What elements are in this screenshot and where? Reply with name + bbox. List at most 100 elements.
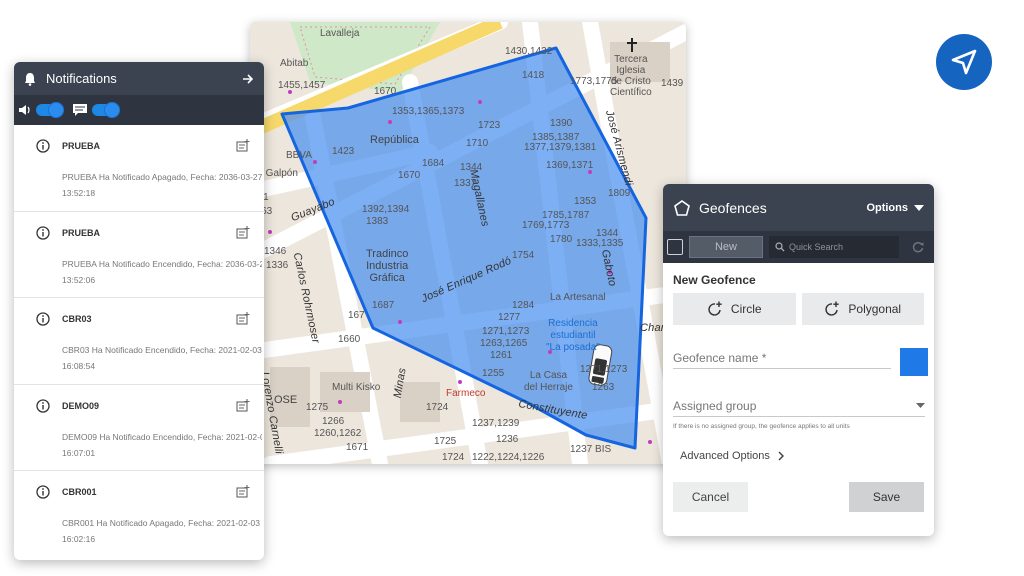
notifications-settings-bar [14, 95, 264, 125]
house-number: 1337 [454, 178, 477, 189]
mark-read-icon[interactable] [236, 312, 250, 325]
house-number: 1392,1394 [362, 204, 410, 215]
new-geofence-button[interactable]: New [689, 236, 763, 258]
info-icon [36, 398, 50, 413]
geofence-name-field[interactable]: Geofence name * [673, 347, 891, 369]
place-republica: República [370, 134, 419, 146]
assigned-group-select[interactable]: Assigned group [673, 395, 925, 417]
house-number: 1336 [266, 260, 289, 271]
geofence-color-picker[interactable] [900, 348, 928, 376]
house-number: 1780 [550, 234, 573, 245]
notification-unit-name: CBR001 [62, 487, 97, 497]
house-number: 1261 [490, 350, 513, 361]
house-number: 1671 [346, 442, 369, 453]
house-number: 1271,1273 [580, 364, 628, 375]
navigation-arrow-icon [951, 49, 977, 75]
house-number: 1353 [574, 196, 597, 207]
house-number: 1266 [322, 416, 345, 427]
mark-read-icon[interactable] [236, 225, 250, 239]
notification-item[interactable]: CBR03 CBR03 Ha Notificado Encendido, Fec… [14, 298, 264, 385]
notification-item[interactable]: PRUEBA PRUEBA Ha Notificado Encendido, F… [14, 212, 264, 298]
notification-text: DEMO09 Ha Notificado Encendido, Fecha: 2… [62, 431, 262, 442]
notification-text: PRUEBA Ha Notificado Encendido, Fecha: 2… [62, 258, 262, 269]
house-number: 1670 [398, 170, 421, 181]
circle-button[interactable]: Circle [673, 293, 796, 325]
chevron-right-icon [778, 451, 784, 461]
house-number: 1660 [338, 334, 361, 345]
notification-message: DEMO09 Ha Notificado Encendido, Fecha: 2… [62, 429, 262, 461]
place-multi-kisko: Multi Kisko [332, 382, 381, 393]
place-residencia: Residencia estudiantil "La posada" [546, 318, 600, 353]
assigned-group-placeholder: Assigned group [673, 398, 757, 413]
house-number: 1723 [478, 120, 501, 131]
arrow-right-icon[interactable] [242, 73, 254, 85]
notification-item[interactable]: CBR001 CBR001 Ha Notificado Apagado, Fec… [14, 471, 264, 558]
dropdown-caret-icon [916, 403, 925, 408]
polygonal-label: Polygonal [848, 302, 902, 316]
popup-toggle[interactable] [92, 102, 120, 118]
house-number: 1439 [661, 78, 684, 89]
house-number: 1383 [366, 216, 389, 227]
message-icon [73, 104, 87, 116]
house-number: 1687 [372, 300, 395, 311]
mark-read-icon[interactable] [236, 485, 250, 498]
street-label-lavalleja: Lavalleja [320, 28, 360, 39]
notification-item[interactable]: PRUEBA PRUEBA Ha Notificado Apagado, Fec… [14, 125, 264, 212]
notification-time: 16:08:54 [62, 361, 96, 371]
notifications-title: Notifications [46, 71, 117, 86]
house-number: 1237 BIS [570, 444, 612, 455]
sound-toggle[interactable] [36, 102, 64, 118]
notification-time: 13:52:18 [62, 188, 96, 198]
notification-unit-name: CBR03 [62, 314, 92, 324]
map-view[interactable]: Guayabo Carlos Rohrmoser Lorenzo Carnell… [250, 22, 686, 464]
save-button[interactable]: Save [849, 482, 924, 512]
mark-read-icon[interactable] [236, 398, 250, 412]
house-number: 1430,1432 [505, 46, 553, 57]
place-bbva: BBVA [286, 150, 312, 161]
notification-unit-name: PRUEBA [62, 227, 101, 238]
house-number: 1222,1224,1226 [472, 452, 545, 463]
quick-search-input[interactable]: Quick Search [769, 236, 899, 258]
assigned-group-hint: If there is no assigned group, the geofe… [673, 423, 850, 430]
geofences-toolbar: New Quick Search [663, 231, 934, 263]
house-number: 1809 [608, 188, 631, 199]
house-number: 1377,1379,1381 [524, 142, 597, 153]
info-icon [36, 312, 50, 326]
house-number: 1455,1457 [278, 80, 326, 91]
house-number: 1418 [522, 70, 545, 81]
circle-label: Circle [730, 302, 762, 316]
notification-time: 16:02:16 [62, 534, 96, 544]
new-geofence-title: New Geofence [673, 273, 756, 287]
cancel-button[interactable]: Cancel [673, 482, 748, 512]
app-canvas: Guayabo Carlos Rohrmoser Lorenzo Carnell… [0, 0, 1024, 576]
geofence-form: New Geofence Circle Polygonal Geofence n… [663, 263, 934, 512]
house-number: 1255 [482, 368, 505, 379]
info-icon [36, 485, 50, 499]
polygonal-button[interactable]: Polygonal [801, 293, 924, 325]
notification-message: CBR03 Ha Notificado Encendido, Fecha: 20… [62, 342, 262, 374]
options-menu[interactable]: Options [866, 202, 924, 214]
house-number: 1346 [264, 246, 287, 257]
select-all-checkbox[interactable] [667, 239, 683, 255]
refresh-icon[interactable] [911, 240, 925, 254]
house-number: 1725 [434, 436, 457, 447]
bell-icon [25, 72, 35, 86]
geofences-panel: Geofences Options New Quick Search New G… [663, 184, 934, 536]
notification-item[interactable]: DEMO09 DEMO09 Ha Notificado Encendido, F… [14, 385, 264, 471]
notifications-panel: Notifications PRUEBA PRUEBA Ha Notificad… [14, 62, 264, 560]
notification-text: CBR001 Ha Notificado Apagado, Fecha: 202… [62, 518, 260, 528]
info-icon [36, 225, 50, 240]
house-number: 1277 [498, 312, 521, 323]
mark-read-icon[interactable] [236, 139, 250, 152]
geofences-header: Geofences Options [663, 184, 934, 231]
search-placeholder: Quick Search [789, 242, 844, 252]
advanced-options-toggle[interactable]: Advanced Options [673, 450, 924, 462]
house-number: 1423 [332, 146, 355, 157]
place-la-artesanal: La Artesanal [550, 292, 606, 303]
house-number: 1724 [426, 402, 449, 413]
house-number: 1684 [422, 158, 445, 169]
notification-time: 16:07:01 [62, 447, 96, 458]
place-tradinco: Tradinco Industria Gráfica [366, 248, 409, 284]
circle-plus-icon [708, 301, 722, 316]
notification-message: PRUEBA Ha Notificado Encendido, Fecha: 2… [62, 256, 262, 288]
